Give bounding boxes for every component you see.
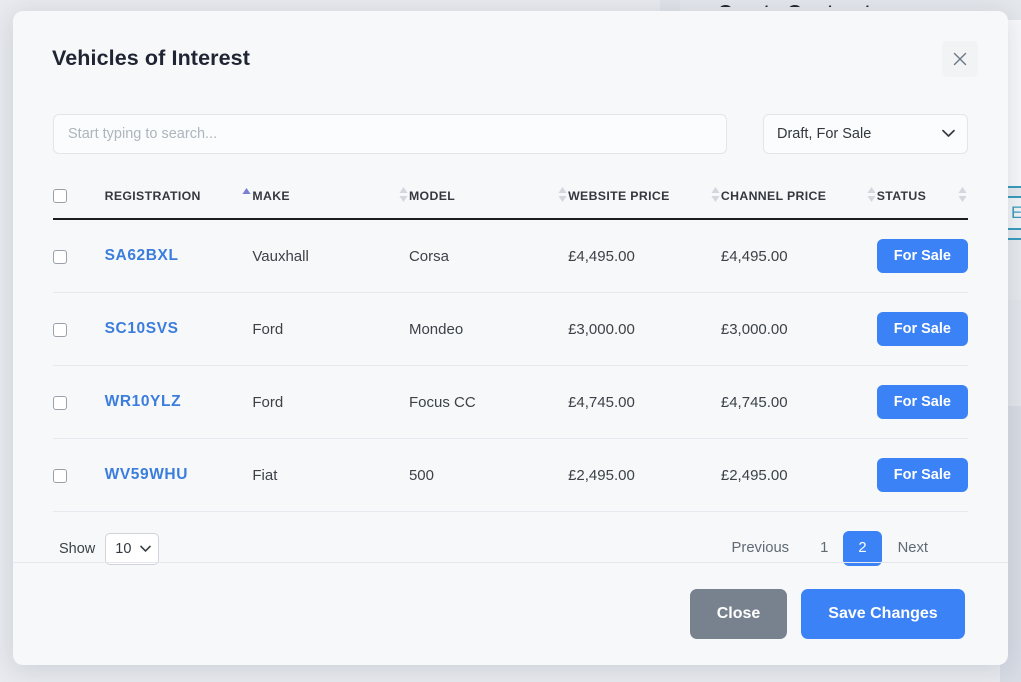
vehicles-table-body: SA62BXL Vauxhall Corsa £4,495.00 £4,495.… (53, 219, 968, 512)
registration-link[interactable]: SC10SVS (105, 320, 179, 337)
cell-model: Focus CC (408, 365, 569, 439)
sort-ascending-icon (241, 186, 252, 206)
modal-title: Vehicles of Interest (52, 46, 250, 70)
cell-registration: SC10SVS (104, 292, 253, 366)
cell-make: Fiat (252, 438, 409, 512)
pagination: Previous 1 2 Next (716, 531, 968, 567)
close-button[interactable]: Close (690, 589, 787, 639)
column-header-website-price[interactable]: WEBSITE PRICE (568, 176, 721, 220)
column-label-registration: REGISTRATION (104, 189, 201, 203)
sort-icon (710, 186, 721, 206)
column-header-select-all (53, 176, 105, 220)
column-header-registration[interactable]: REGISTRATION (104, 176, 253, 220)
status-filter-wrapper: Draft, For Sale (763, 114, 968, 154)
row-select-cell (53, 219, 105, 293)
cell-status: For Sale (876, 219, 968, 293)
pagination-page-1[interactable]: 1 (805, 531, 843, 566)
row-checkbox[interactable] (53, 322, 67, 337)
cell-status: For Sale (876, 292, 968, 366)
status-badge[interactable]: For Sale (876, 239, 968, 273)
modal-body: Draft, For Sale REGISTRATI (13, 89, 1008, 567)
page-length-wrapper: 10 (105, 532, 160, 565)
show-label: Show (59, 540, 96, 557)
search-input[interactable] (53, 114, 727, 154)
sort-icon (957, 186, 968, 206)
cell-channel-price: £3,000.00 (720, 292, 877, 366)
cell-channel-price: £2,495.00 (720, 438, 877, 512)
table-row: SC10SVS Ford Mondeo £3,000.00 £3,000.00 … (53, 292, 968, 366)
row-select-cell (53, 438, 105, 512)
row-select-cell (53, 365, 105, 439)
cell-website-price: £2,495.00 (568, 438, 721, 512)
modal-header: Vehicles of Interest (13, 11, 1008, 89)
column-label-model: MODEL (408, 189, 456, 203)
pagination-previous[interactable]: Previous (716, 531, 806, 566)
status-badge[interactable]: For Sale (876, 385, 968, 419)
column-label-channel-price: CHANNEL PRICE (720, 189, 827, 203)
close-icon (953, 52, 967, 66)
page-length-select[interactable]: 10 (105, 532, 160, 565)
sort-icon (398, 186, 409, 206)
table-footer: Show 10 Previous 1 2 Next (53, 512, 968, 567)
sort-icon (866, 186, 877, 206)
cell-website-price: £3,000.00 (568, 292, 721, 366)
table-row: WV59WHU Fiat 500 £2,495.00 £2,495.00 For… (53, 438, 968, 512)
column-label-website-price: WEBSITE PRICE (568, 189, 670, 203)
status-filter-select[interactable]: Draft, For Sale (763, 114, 968, 154)
cell-make: Ford (252, 292, 409, 366)
column-header-make[interactable]: MAKE (252, 176, 409, 220)
cell-registration: SA62BXL (104, 219, 253, 293)
cell-status: For Sale (876, 365, 968, 439)
cell-website-price: £4,745.00 (568, 365, 721, 439)
cell-channel-price: £4,495.00 (720, 219, 877, 293)
row-checkbox[interactable] (53, 468, 67, 483)
page-length-group: Show 10 (53, 532, 160, 565)
cell-make: Ford (252, 365, 409, 439)
column-label-make: MAKE (252, 189, 290, 203)
column-label-status: STATUS (876, 189, 927, 203)
table-row: WR10YLZ Ford Focus CC £4,745.00 £4,745.0… (53, 365, 968, 439)
cell-status: For Sale (876, 438, 968, 512)
table-header-row: REGISTRATION MAKE MODEL WEBSITE PRICE CH… (53, 176, 968, 220)
vehicles-of-interest-modal: Vehicles of Interest Draft, For Sale (13, 11, 1008, 665)
filter-row: Draft, For Sale (53, 89, 968, 154)
row-checkbox[interactable] (53, 249, 67, 264)
status-badge[interactable]: For Sale (876, 312, 968, 346)
sort-icon (557, 186, 568, 206)
modal-footer: Close Save Changes (13, 562, 1008, 665)
pagination-next[interactable]: Next (882, 531, 944, 566)
cell-channel-price: £4,745.00 (720, 365, 877, 439)
registration-link[interactable]: SA62BXL (105, 247, 179, 264)
cell-model: Corsa (408, 219, 569, 293)
cell-model: Mondeo (408, 292, 569, 366)
select-all-checkbox[interactable] (53, 189, 67, 204)
cell-website-price: £4,495.00 (568, 219, 721, 293)
cell-model: 500 (408, 438, 569, 512)
registration-link[interactable]: WR10YLZ (105, 393, 182, 410)
column-header-status[interactable]: STATUS (876, 176, 968, 220)
registration-link[interactable]: WV59WHU (105, 466, 188, 483)
table-row: SA62BXL Vauxhall Corsa £4,495.00 £4,495.… (53, 219, 968, 293)
column-header-channel-price[interactable]: CHANNEL PRICE (720, 176, 877, 220)
cell-make: Vauxhall (252, 219, 409, 293)
row-checkbox[interactable] (53, 395, 67, 410)
cell-registration: WR10YLZ (104, 365, 253, 439)
status-badge[interactable]: For Sale (876, 458, 968, 492)
row-select-cell (53, 292, 105, 366)
column-header-model[interactable]: MODEL (408, 176, 569, 220)
vehicles-table-head: REGISTRATION MAKE MODEL WEBSITE PRICE CH… (53, 176, 968, 220)
pagination-page-2[interactable]: 2 (843, 531, 882, 567)
vehicles-table: REGISTRATION MAKE MODEL WEBSITE PRICE CH… (53, 176, 968, 512)
close-icon-button[interactable] (942, 41, 978, 77)
cell-registration: WV59WHU (104, 438, 253, 512)
save-changes-button[interactable]: Save Changes (801, 589, 965, 639)
